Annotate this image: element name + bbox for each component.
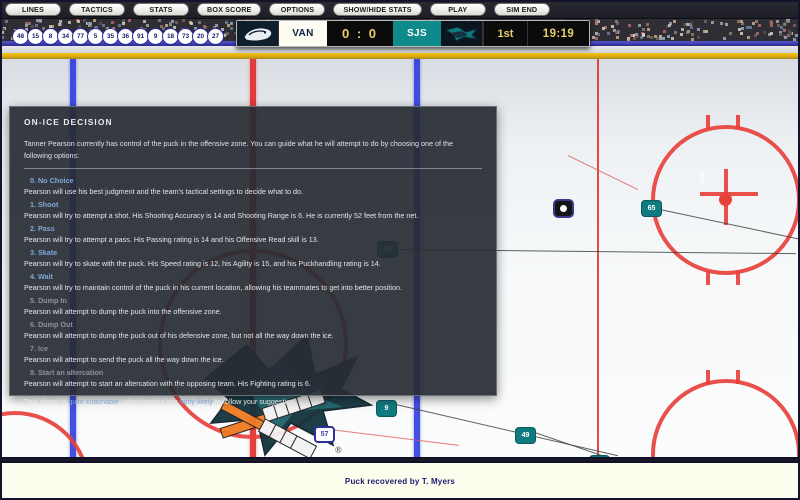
footer-likelihood: fairly likely <box>180 397 213 406</box>
faceoff-circle-lower-left <box>0 411 90 459</box>
dialog-title: ON-ICE DECISION <box>24 117 482 127</box>
decision-option-7-header[interactable]: 7. Ice <box>30 344 482 353</box>
away-team-logo <box>237 21 279 46</box>
decision-option-6-description: Pearson will attempt to dump the puck ou… <box>24 331 482 341</box>
footer-mid: , which makes him <box>119 397 180 406</box>
shot-line-51 <box>604 458 658 459</box>
decision-option-6-header[interactable]: 6. Dump Out <box>30 320 482 329</box>
dialog-intro-text: Tanner Pearson currently has control of … <box>24 138 482 161</box>
decision-option-5-header[interactable]: 5. Dump In <box>30 296 482 305</box>
menu-stats[interactable]: STATS <box>133 3 189 16</box>
faceoff-tick-top-left <box>706 115 710 129</box>
bench-number-27[interactable]: 27 <box>207 28 224 45</box>
menu-options[interactable]: OPTIONS <box>269 3 325 16</box>
player-marker-49[interactable]: 49 <box>515 427 536 444</box>
scoreboard: VAN 0 : 0 SJS 1st 19:19 <box>236 20 590 47</box>
faceoff-hash-v <box>724 169 728 225</box>
player-marker-51[interactable]: 51 <box>589 455 610 459</box>
decision-option-6[interactable]: 6. Dump Out Pearson will attempt to dump … <box>24 320 482 341</box>
menu-play[interactable]: PLAY <box>430 3 486 16</box>
on-ice-decision-dialog[interactable]: ON-ICE DECISION Tanner Pearson currently… <box>9 106 497 396</box>
faceoff-hash-gap1 <box>700 171 704 183</box>
dialog-divider <box>24 168 482 169</box>
decision-option-1-header[interactable]: 1. Shoot <box>30 200 482 209</box>
decision-option-8-header[interactable]: 8. Start an altercation <box>30 368 482 377</box>
decision-option-3-description: Pearson will try to skate with the puck.… <box>24 259 482 269</box>
decision-option-3[interactable]: 3. Skate Pearson will try to skate with t… <box>24 248 482 269</box>
decision-option-0-description: Pearson will use his best judgment and t… <box>24 187 482 197</box>
decision-option-1-description: Pearson will try to attempt a shot. His … <box>24 211 482 221</box>
decision-option-4[interactable]: 4. Wait Pearson will try to maintain cont… <box>24 272 482 293</box>
menu-show-hide-stats[interactable]: SHOW/HIDE STATS <box>333 3 421 16</box>
rink-board-white <box>0 46 800 53</box>
status-bar: Puck recovered by T. Myers <box>0 461 800 500</box>
puck-carrier-marker[interactable] <box>553 199 574 218</box>
decision-option-2[interactable]: 2. Pass Pearson will try to attempt a pas… <box>24 224 482 245</box>
footer-coachable: quite coachable <box>68 397 118 406</box>
faceoff-tick-bottom-left <box>706 271 710 285</box>
period-indicator: 1st <box>483 21 527 46</box>
decision-option-0-header[interactable]: 0. No Choice <box>30 176 482 185</box>
faceoff-tick-lower-left <box>706 370 710 384</box>
decision-option-5-description: Pearson will attempt to dump the puck in… <box>24 307 482 317</box>
score-display: 0 : 0 <box>327 21 393 46</box>
menu-sim-end[interactable]: SIM END <box>494 3 550 16</box>
away-team-abbr: VAN <box>279 21 327 46</box>
goal-line-right <box>597 59 599 459</box>
menu-lines[interactable]: LINES <box>5 3 61 16</box>
decision-option-0[interactable]: 0. No Choice Pearson will use his best ju… <box>24 176 482 197</box>
footer-pre: This player is <box>24 397 68 406</box>
faceoff-tick-lower-right <box>736 370 740 384</box>
decision-option-7-description: Pearson will attempt to send the puck al… <box>24 355 482 365</box>
faceoff-circle-lower-right <box>651 379 800 459</box>
decision-option-7[interactable]: 7. Ice Pearson will attempt to send the p… <box>24 344 482 365</box>
shot-trajectory-line <box>568 155 639 190</box>
decision-option-4-header[interactable]: 4. Wait <box>30 272 482 281</box>
footer-post: to follow your suggestion. <box>213 397 296 406</box>
home-team-logo <box>441 21 483 46</box>
status-message: Puck recovered by T. Myers <box>345 477 455 486</box>
decision-option-8-description: Pearson will attempt to start an alterca… <box>24 379 482 389</box>
faceoff-tick-top-right <box>736 115 740 129</box>
decision-option-1[interactable]: 1. Shoot Pearson will try to attempt a sh… <box>24 200 482 221</box>
menu-box-score[interactable]: BOX SCORE <box>197 3 261 16</box>
player-marker-57[interactable]: 57 <box>314 426 335 443</box>
decision-option-2-description: Pearson will try to attempt a pass. His … <box>24 235 482 245</box>
decision-option-4-description: Pearson will try to maintain control of … <box>24 283 482 293</box>
decision-option-5[interactable]: 5. Dump In Pearson will attempt to dump t… <box>24 296 482 317</box>
bench-number-strip: 48 15 8 34 77 5 35 36 91 9 18 73 20 27 <box>12 26 222 46</box>
decision-option-8[interactable]: 8. Start an altercation Pearson will atte… <box>24 368 482 389</box>
dialog-coachability-note: This player is quite coachable, which ma… <box>24 397 482 407</box>
faceoff-tick-bottom-right <box>736 271 740 285</box>
home-team-abbr: SJS <box>393 21 441 46</box>
top-menu-bar: LINES TACTICS STATS BOX SCORE OPTIONS SH… <box>0 0 800 19</box>
decision-option-3-header[interactable]: 3. Skate <box>30 248 482 257</box>
decision-option-list: 0. No Choice Pearson will use his best ju… <box>24 176 482 389</box>
player-marker-65[interactable]: 65 <box>641 200 662 217</box>
game-clock: 19:19 <box>527 21 589 46</box>
menu-tactics[interactable]: TACTICS <box>69 3 125 16</box>
decision-option-2-header[interactable]: 2. Pass <box>30 224 482 233</box>
faceoff-hash-h <box>700 192 758 196</box>
svg-text:®: ® <box>335 445 342 455</box>
